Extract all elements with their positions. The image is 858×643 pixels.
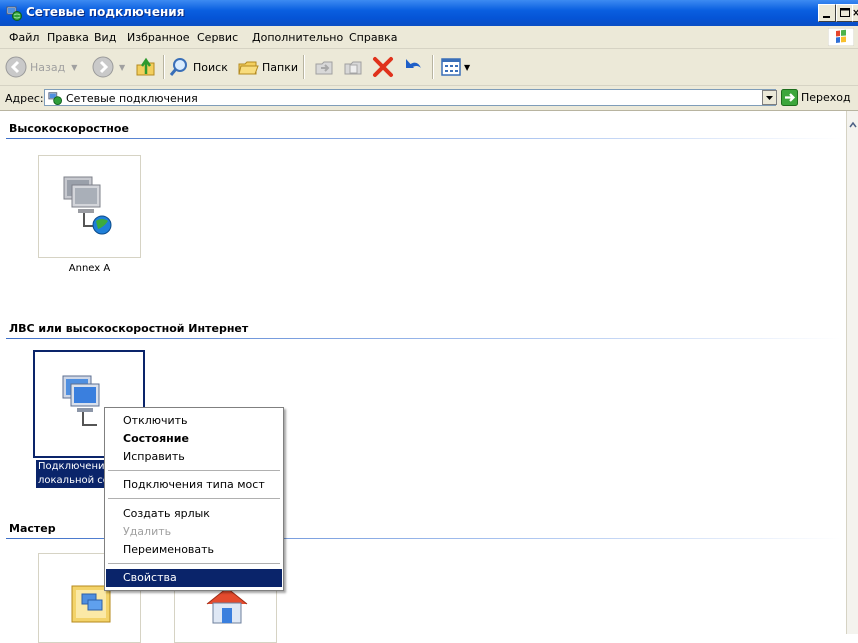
go-arrow-icon bbox=[781, 89, 798, 106]
menu-separator bbox=[108, 470, 280, 471]
broadband-connection-icon bbox=[63, 176, 112, 235]
standard-toolbar: Назад ▼ ▼ Поиск Папки ▼ bbox=[0, 49, 858, 86]
menu-item-disconnect[interactable]: Отключить bbox=[106, 412, 282, 430]
scroll-up-icon[interactable] bbox=[847, 119, 858, 131]
delete-icon bbox=[373, 57, 393, 77]
menu-item-status[interactable]: Состояние bbox=[106, 430, 282, 448]
menu-bar: Файл Правка Вид Избранное Сервис Дополни… bbox=[0, 26, 858, 49]
connection-label-lan: Подключение по локальной сети bbox=[36, 460, 104, 488]
move-to-folder-icon bbox=[315, 61, 333, 75]
close-button[interactable] bbox=[852, 4, 858, 22]
menu-item-create-shortcut[interactable]: Создать ярлык bbox=[106, 505, 282, 523]
minimize-icon bbox=[823, 16, 830, 18]
menu-file[interactable]: Файл bbox=[9, 31, 39, 44]
up-folder-button[interactable] bbox=[135, 55, 157, 79]
search-icon bbox=[169, 58, 187, 76]
group-divider bbox=[6, 138, 842, 139]
chevron-down-icon bbox=[766, 96, 773, 100]
go-label: Переход bbox=[801, 91, 851, 104]
maximize-icon bbox=[840, 8, 850, 17]
menu-separator bbox=[108, 563, 280, 564]
back-button[interactable]: Назад ▼ bbox=[5, 55, 77, 79]
menu-item-rename[interactable]: Переименовать bbox=[106, 541, 282, 559]
folders-icon bbox=[238, 61, 259, 75]
folders-button[interactable]: Папки bbox=[237, 55, 298, 79]
forward-dropdown-icon[interactable]: ▼ bbox=[119, 63, 125, 72]
minimize-button[interactable] bbox=[818, 4, 836, 22]
undo-button[interactable] bbox=[401, 55, 425, 79]
forward-arrow-icon bbox=[92, 56, 114, 78]
title-bar[interactable]: Сетевые подключения bbox=[0, 0, 858, 26]
network-connections-icon bbox=[6, 6, 22, 21]
copy-to-folder-icon bbox=[344, 61, 362, 75]
search-label: Поиск bbox=[193, 60, 228, 74]
forward-button[interactable]: ▼ bbox=[92, 55, 125, 79]
back-label: Назад bbox=[30, 60, 66, 74]
close-icon bbox=[853, 9, 858, 16]
menu-separator bbox=[108, 498, 280, 499]
toolbar-separator bbox=[163, 55, 164, 79]
menu-item-properties[interactable]: Свойства bbox=[106, 569, 282, 587]
search-button[interactable]: Поиск bbox=[168, 55, 228, 79]
address-dropdown-button[interactable] bbox=[762, 90, 777, 105]
window-title: Сетевые подключения bbox=[26, 5, 185, 19]
toolbar-separator bbox=[432, 55, 433, 79]
undo-icon bbox=[406, 59, 421, 68]
address-label: Адрес: bbox=[5, 92, 44, 105]
toolbar-separator bbox=[303, 55, 304, 79]
copy-to-button[interactable] bbox=[342, 55, 364, 79]
connection-tile-annex-a[interactable] bbox=[38, 155, 141, 258]
windows-logo-icon bbox=[828, 28, 854, 46]
group-divider bbox=[6, 338, 842, 339]
group-header-lan: ЛВС или высокоскоростной Интернет bbox=[9, 322, 249, 335]
up-folder-icon bbox=[136, 57, 155, 76]
views-icon bbox=[441, 58, 461, 76]
menu-view[interactable]: Вид bbox=[94, 31, 116, 44]
group-header-wizard: Мастер bbox=[9, 522, 56, 535]
menu-favorites[interactable]: Избранное bbox=[127, 31, 189, 44]
move-to-button[interactable] bbox=[313, 55, 335, 79]
views-dropdown-icon[interactable]: ▼ bbox=[464, 63, 470, 72]
group-header-highspeed: Высокоскоростное bbox=[9, 122, 129, 135]
menu-advanced[interactable]: Дополнительно bbox=[252, 31, 343, 44]
back-dropdown-icon[interactable]: ▼ bbox=[71, 63, 77, 72]
address-bar: Адрес: Сетевые подключения Переход bbox=[0, 86, 858, 111]
views-button[interactable]: ▼ bbox=[440, 55, 470, 79]
menu-item-delete: Удалить bbox=[123, 525, 172, 538]
menu-help[interactable]: Справка bbox=[349, 31, 397, 44]
back-arrow-icon bbox=[5, 56, 27, 78]
go-button[interactable]: Переход bbox=[781, 89, 851, 106]
menu-item-bridge-connections[interactable]: Подключения типа мост bbox=[106, 476, 282, 494]
address-value: Сетевые подключения bbox=[66, 92, 198, 105]
network-connections-icon bbox=[48, 92, 62, 105]
menu-tools[interactable]: Сервис bbox=[197, 31, 238, 44]
address-input[interactable]: Сетевые подключения bbox=[44, 89, 776, 106]
folders-label: Папки bbox=[262, 60, 298, 74]
menu-edit[interactable]: Правка bbox=[47, 31, 89, 44]
vertical-scrollbar[interactable] bbox=[846, 111, 858, 634]
connection-label-annex-a: Annex A bbox=[68, 263, 111, 274]
delete-button[interactable] bbox=[372, 55, 394, 79]
context-menu: Отключить Состояние Исправить Подключени… bbox=[104, 407, 284, 591]
menu-item-repair[interactable]: Исправить bbox=[106, 448, 282, 466]
